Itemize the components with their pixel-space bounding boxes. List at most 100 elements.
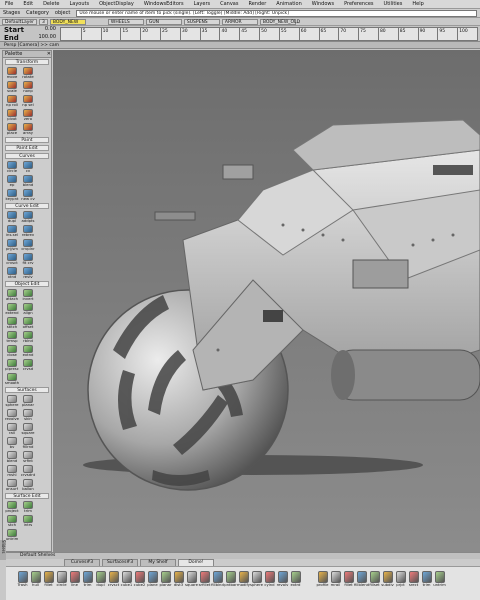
shelf-item[interactable]: prjct xyxy=(394,569,407,597)
tool-button[interactable]: ins.sel xyxy=(4,224,20,238)
tool-button[interactable]: stitch xyxy=(4,316,20,330)
section-title[interactable]: Surfaces xyxy=(5,387,49,393)
layer-chip[interactable]: BODY_NEW xyxy=(49,18,86,25)
tool-button[interactable]: scale xyxy=(4,80,20,94)
tool-button[interactable]: dupl xyxy=(4,210,20,224)
shelf-item[interactable]: fillblnd xyxy=(211,569,224,597)
shelf-item[interactable]: cube2 xyxy=(133,569,146,597)
layer-grid-num[interactable]: 3 xyxy=(39,18,48,25)
shelf-item[interactable]: trim xyxy=(81,569,94,597)
tool-button[interactable]: project xyxy=(4,500,20,514)
tool-button[interactable]: extend xyxy=(4,302,20,316)
tool-button[interactable]: close xyxy=(4,344,20,358)
layer-default[interactable]: DefaultLayer xyxy=(2,18,37,25)
shelf-item[interactable]: cylnd xyxy=(263,569,276,597)
shelf-tab[interactable]: My Shelf xyxy=(140,559,176,566)
tool-button[interactable]: trmsp xyxy=(4,330,20,344)
tool-button[interactable]: crvplnr xyxy=(20,238,36,252)
menu-item[interactable]: Delete xyxy=(38,0,64,9)
tool-button[interactable]: prj/sm xyxy=(4,238,20,252)
shelf-item[interactable]: subdiv xyxy=(381,569,394,597)
section-title[interactable]: Paint Edit xyxy=(5,145,49,151)
tool-button[interactable]: offset xyxy=(20,316,36,330)
layer-chip[interactable]: BODY_NEW_OLD xyxy=(259,18,300,25)
shelf-item[interactable]: line xyxy=(68,569,81,597)
shelf-item[interactable]: fillet xyxy=(42,569,55,597)
shelf-tab[interactable]: Dome! xyxy=(178,559,214,566)
tool-button[interactable]: srfint xyxy=(20,450,36,464)
tool-button[interactable]: smooth xyxy=(4,372,20,386)
shelf-item[interactable]: hull xyxy=(29,569,42,597)
menu-item[interactable]: Help xyxy=(407,0,428,9)
menu-item[interactable]: Windows xyxy=(307,0,339,9)
shelf-item[interactable]: revolv xyxy=(276,569,289,597)
tool-button[interactable]: fillrnd xyxy=(20,436,36,450)
tool-button[interactable]: crvsd xyxy=(20,358,36,372)
shelf-item[interactable]: pntbar xyxy=(224,569,237,597)
shelf-item[interactable]: square xyxy=(185,569,198,597)
layer-chip[interactable]: GUN xyxy=(145,18,182,25)
tool-button[interactable]: cv xyxy=(20,160,36,174)
layer-chip[interactable]: ARMOR xyxy=(221,18,258,25)
layer-chip[interactable]: SUSPENS xyxy=(183,18,220,25)
category-menu[interactable]: Category xyxy=(23,10,52,16)
tool-button[interactable]: blend xyxy=(20,174,36,188)
tool-button[interactable]: rebrev xyxy=(20,224,36,238)
shelf-item[interactable]: Trash xyxy=(16,569,29,597)
tool-button[interactable]: ep xyxy=(4,174,20,188)
shelf-item[interactable]: profile xyxy=(316,569,329,597)
tool-button[interactable]: square xyxy=(20,422,36,436)
shelf-item[interactable]: cube1 xyxy=(120,569,133,597)
layer-chip[interactable]: WHEELS xyxy=(107,18,144,25)
tool-button[interactable]: extnd xyxy=(20,344,36,358)
tool-button[interactable]: sphere xyxy=(4,394,20,408)
menu-item[interactable]: Canvas xyxy=(215,0,243,9)
shelf-item[interactable]: crvsct xyxy=(107,569,120,597)
tool-button[interactable]: planar xyxy=(20,394,36,408)
menu-item[interactable]: Layers xyxy=(189,0,216,9)
menu-item[interactable]: Animation xyxy=(271,0,307,9)
tool-button[interactable]: ballon xyxy=(20,478,36,492)
shelf-item[interactable]: dupl xyxy=(94,569,107,597)
menu-item[interactable]: Layouts xyxy=(65,0,95,9)
shelf-item[interactable]: trim xyxy=(420,569,433,597)
shelf-item[interactable]: mrail xyxy=(329,569,342,597)
tool-button[interactable]: attach xyxy=(4,288,20,302)
tool-button[interactable]: place xyxy=(4,122,20,136)
tool-button[interactable]: intrs xyxy=(20,514,36,528)
command-line[interactable]: Use mouse or enter name of item to pick … xyxy=(76,9,477,17)
shelf-item[interactable]: srfillet xyxy=(198,569,211,597)
tool-button[interactable]: onsurf xyxy=(4,478,20,492)
tool-button[interactable]: np sel xyxy=(20,94,36,108)
shelf-item[interactable]: dist3 xyxy=(172,569,185,597)
shelf-item[interactable]: sphere xyxy=(250,569,263,597)
tool-button[interactable]: addpts xyxy=(20,210,36,224)
shelf-tab[interactable]: Surfaces#3 xyxy=(102,559,138,566)
tool-button[interactable]: crvsdnt xyxy=(20,464,36,478)
tool-button[interactable]: fit crv xyxy=(20,252,36,266)
tool-button[interactable]: bv xyxy=(4,436,20,450)
tool-button[interactable]: keypnt xyxy=(4,188,20,202)
start-value[interactable]: 0.00 xyxy=(45,26,56,34)
tool-button[interactable]: rblnd xyxy=(20,330,36,344)
tool-button[interactable]: blend xyxy=(4,450,20,464)
section-title[interactable]: Object Edit xyxy=(5,281,49,287)
tool-button[interactable]: trim xyxy=(20,500,36,514)
shelf-item[interactable]: circle xyxy=(55,569,68,597)
tool-button[interactable]: move xyxy=(4,66,20,80)
shelf-item[interactable]: srect xyxy=(407,569,420,597)
tool-button[interactable]: untrim xyxy=(4,528,20,542)
menu-item[interactable]: Edit xyxy=(18,0,38,9)
object-menu[interactable]: object xyxy=(52,10,73,16)
tool-button[interactable]: rail xyxy=(4,422,20,436)
tool-button[interactable]: np roll xyxy=(4,94,20,108)
shelf-item[interactable]: fillset xyxy=(368,569,381,597)
time-ruler[interactable]: 5 10 15 20 25 30 35 40 45 50 55 60 65 70 75 80 85 90 95 100 xyxy=(60,26,478,41)
tool-button[interactable]: revlv xyxy=(20,266,36,280)
tool-button[interactable]: mshl xyxy=(4,464,20,478)
menu-item[interactable]: Preferences xyxy=(339,0,378,9)
viewport-title[interactable]: Persp [Camera] >> cam xyxy=(0,43,59,48)
menu-item[interactable]: ObjectDisplay xyxy=(94,0,139,9)
tool-button[interactable]: new cv xyxy=(20,188,36,202)
shelf-tab[interactable]: Curves#3 xyxy=(64,559,100,566)
